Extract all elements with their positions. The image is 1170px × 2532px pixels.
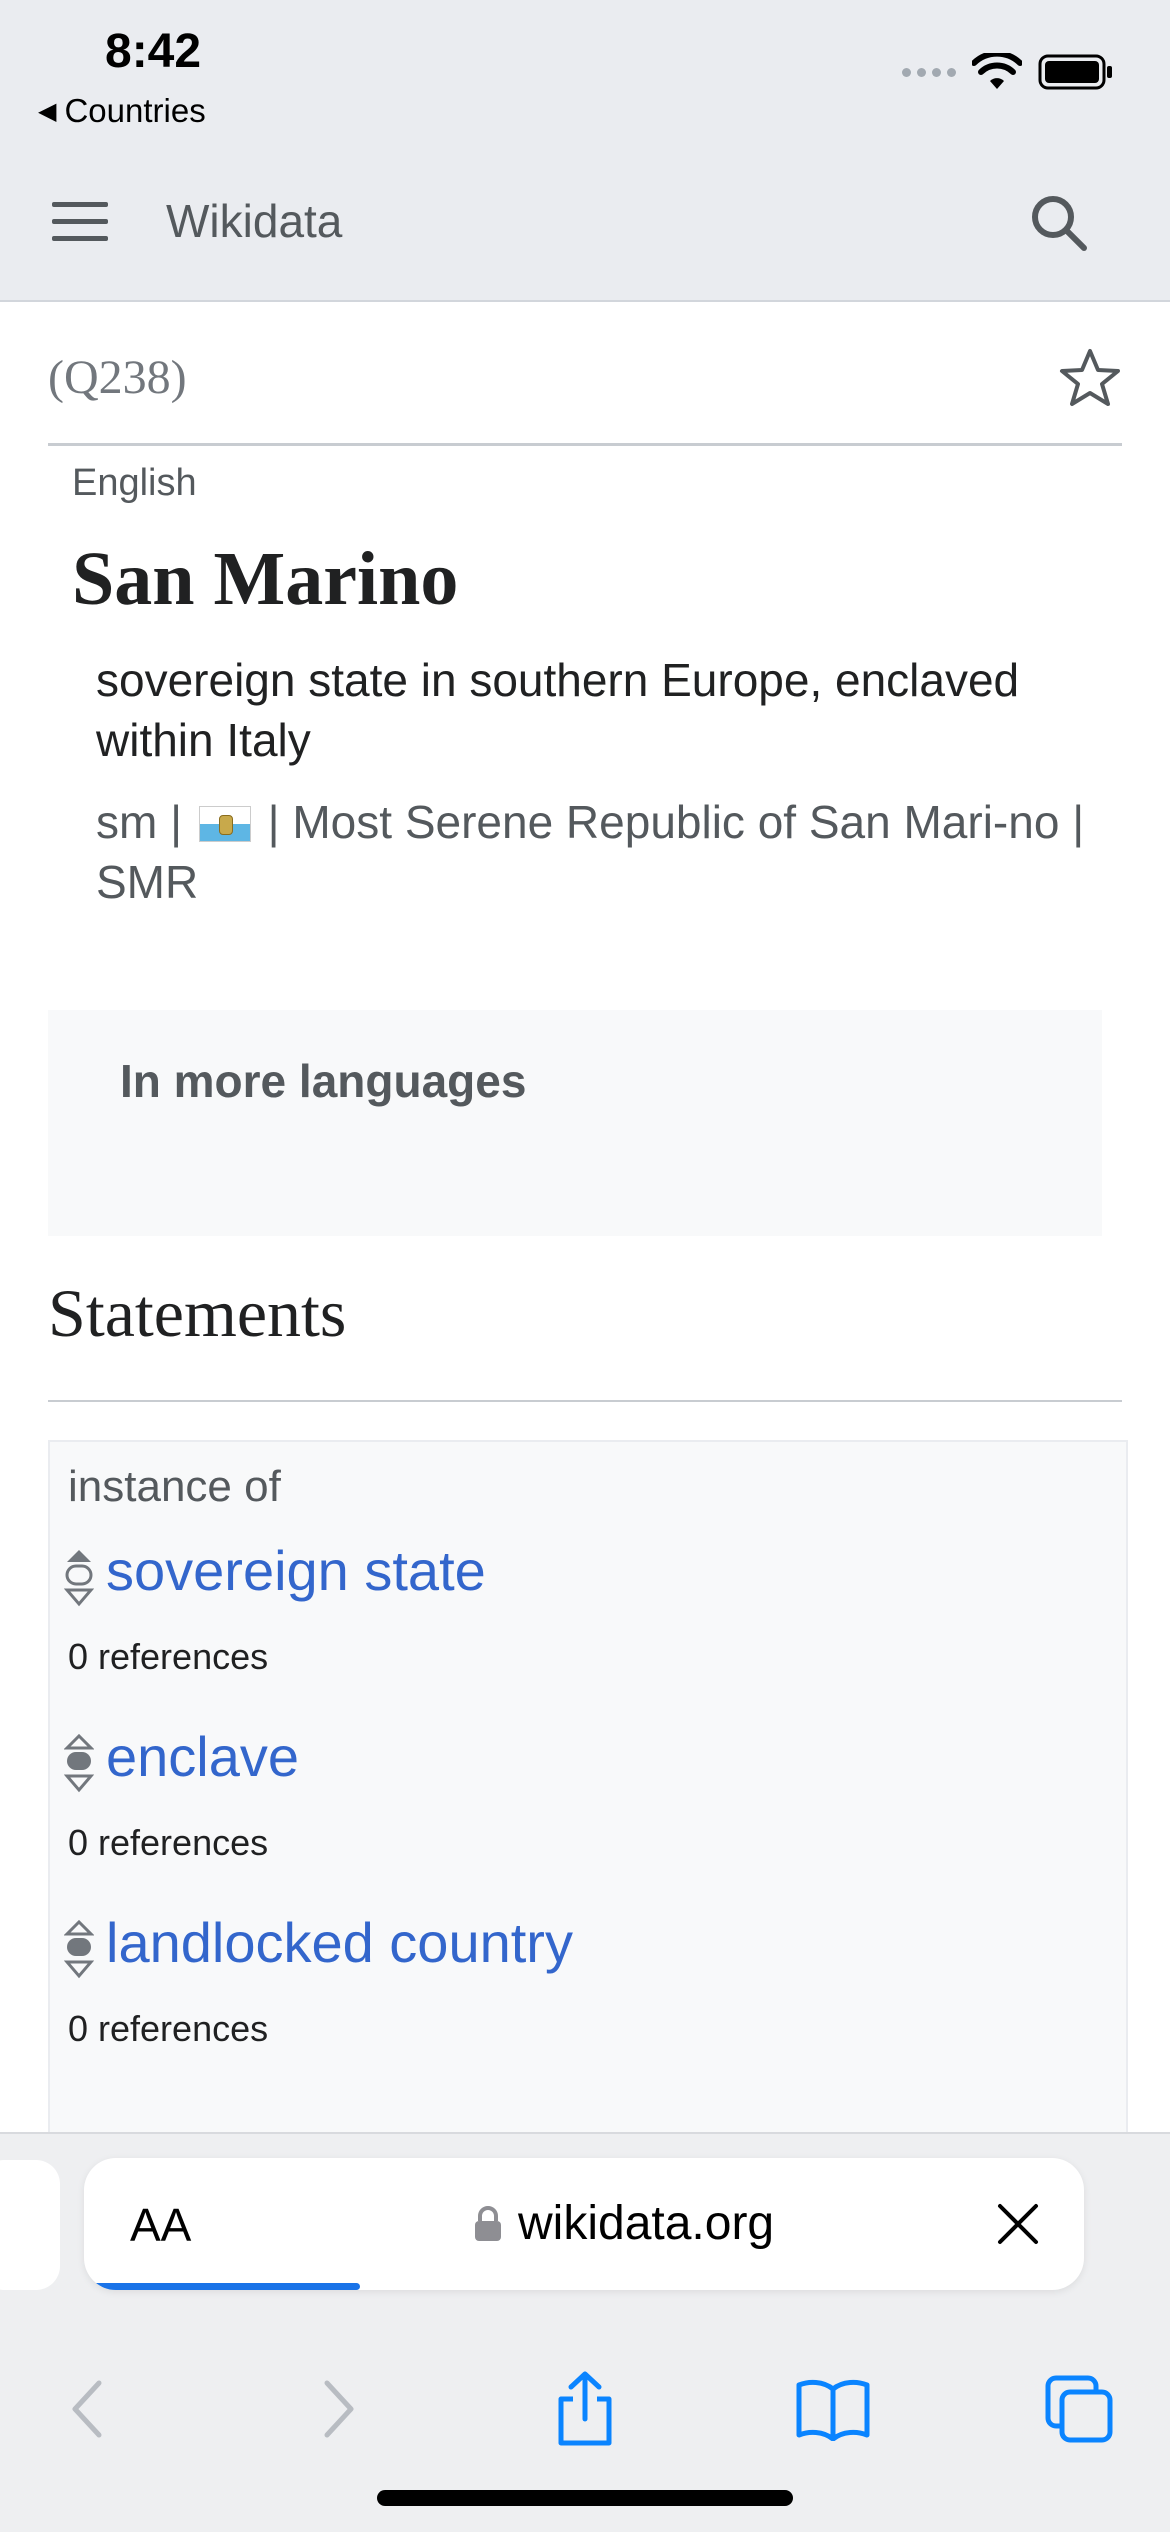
- statement-group: instance of sovereign state 0 references…: [48, 1440, 1128, 2140]
- statement-value-link[interactable]: sovereign state: [106, 1538, 486, 1603]
- back-triangle-icon: ◀: [38, 98, 57, 125]
- status-indicators: [902, 52, 1114, 92]
- more-languages-section[interactable]: In more languages: [48, 1010, 1102, 1236]
- statement-value-link[interactable]: enclave: [106, 1724, 299, 1789]
- divider: [48, 1400, 1122, 1402]
- back-app-label: Countries: [64, 92, 206, 129]
- share-icon: [558, 2371, 612, 2446]
- rank-normal-icon[interactable]: [64, 1920, 94, 1984]
- search-icon[interactable]: [1026, 190, 1090, 254]
- alias-separator: |: [170, 796, 183, 848]
- alias-separator: |: [1072, 796, 1085, 848]
- back-button[interactable]: [42, 2364, 132, 2454]
- page-settings-label: AA: [130, 2199, 192, 2251]
- chevron-left-icon: [72, 2380, 102, 2438]
- browser-bottom-bar: AA wikidata.org: [0, 2132, 1170, 2532]
- tabs-icon: [1045, 2375, 1113, 2443]
- tabs-button[interactable]: [1034, 2364, 1124, 2454]
- browser-toolbar: [0, 2364, 1170, 2474]
- qid-row: (Q238): [48, 302, 1122, 446]
- url-display[interactable]: wikidata.org: [474, 2196, 774, 2251]
- item-id: (Q238): [48, 351, 187, 404]
- status-time: 8:42: [105, 25, 202, 78]
- statement-claim: sovereign state 0 references: [64, 1538, 1104, 1718]
- item-header: (Q238): [48, 302, 1122, 446]
- alias: Most Serene Republic of San Mari-no: [292, 796, 1060, 848]
- alias: SMR: [96, 856, 199, 908]
- rank-preferred-icon[interactable]: [64, 1548, 94, 1612]
- language-label: English: [72, 462, 197, 504]
- rank-normal-icon[interactable]: [64, 1734, 94, 1798]
- previous-tab-preview[interactable]: [0, 2160, 60, 2290]
- back-to-app-button[interactable]: ◀ Countries: [38, 92, 206, 130]
- statements-heading: Statements: [48, 1275, 347, 1351]
- references-count[interactable]: 0 references: [68, 1636, 268, 1678]
- close-icon[interactable]: [994, 2200, 1042, 2248]
- forward-button[interactable]: [294, 2364, 384, 2454]
- item-description: sovereign state in southern Europe, encl…: [96, 654, 1020, 766]
- more-languages-title[interactable]: In more languages: [120, 1054, 526, 1108]
- chevron-right-icon: [324, 2380, 354, 2438]
- references-count[interactable]: 0 references: [68, 2008, 268, 2050]
- book-icon: [796, 2379, 870, 2441]
- share-button[interactable]: [540, 2364, 630, 2454]
- san-marino-flag-icon: [198, 806, 251, 842]
- watch-star-icon[interactable]: [1058, 346, 1122, 410]
- page-settings-button[interactable]: AA: [130, 2198, 191, 2252]
- statement-claim: enclave 0 references: [64, 1724, 1104, 1904]
- lock-icon: [475, 2205, 501, 2241]
- item-aliases: sm | | Most Serene Republic of San Mari-…: [96, 792, 1096, 912]
- wifi-icon: [972, 53, 1022, 89]
- url-text: wikidata.org: [518, 2197, 775, 2250]
- battery-icon: [1038, 54, 1112, 90]
- site-name[interactable]: Wikidata: [166, 194, 342, 248]
- references-count[interactable]: 0 references: [68, 1822, 268, 1864]
- bookmarks-button[interactable]: [788, 2364, 878, 2454]
- property-label[interactable]: instance of: [68, 1462, 281, 1512]
- alias: sm: [96, 796, 158, 848]
- item-label: San Marino: [72, 537, 459, 621]
- home-indicator: [377, 2490, 793, 2506]
- menu-icon[interactable]: [52, 202, 108, 242]
- site-header: Wikidata: [0, 142, 1170, 302]
- address-bar[interactable]: AA wikidata.org: [84, 2158, 1084, 2290]
- statement-value-link[interactable]: landlocked country: [106, 1910, 573, 1975]
- status-bar: 8:42 ◀ Countries: [0, 0, 1170, 142]
- alias-separator: |: [267, 796, 280, 848]
- cellular-signal-icon: [902, 67, 956, 77]
- page-load-progress: [84, 2283, 360, 2290]
- statement-claim: landlocked country 0 references: [64, 1910, 1104, 2090]
